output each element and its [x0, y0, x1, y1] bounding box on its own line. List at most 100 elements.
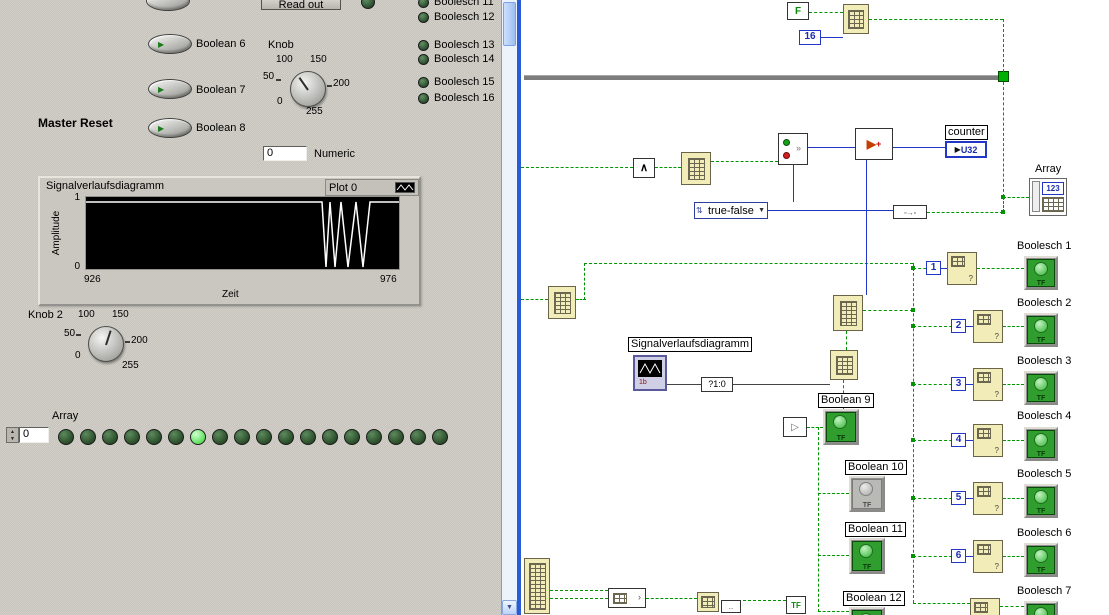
- chart-title: Signalverlaufsdiagramm: [46, 180, 164, 192]
- array-grid-icon: [613, 593, 627, 604]
- legend-text: Plot 0: [329, 182, 357, 194]
- spinner-down-icon[interactable]: ▼: [10, 436, 15, 442]
- array-constant-node[interactable]: [524, 558, 550, 614]
- boolean11-terminal[interactable]: TF: [849, 538, 885, 574]
- knob1[interactable]: [290, 71, 326, 107]
- array-index-spinner[interactable]: ▲ ▼: [6, 427, 19, 443]
- wire: [977, 268, 1024, 269]
- knob1-tick: 0: [277, 96, 283, 108]
- boolesch2-terminal[interactable]: TF: [1024, 313, 1058, 347]
- boolean12-terminal[interactable]: TF: [849, 607, 885, 615]
- boolesch7-terminal[interactable]: TF: [1024, 601, 1058, 615]
- knob2[interactable]: [88, 326, 124, 362]
- vertical-scrollbar[interactable]: [502, 0, 517, 615]
- tf-glyph: TF: [791, 601, 801, 610]
- enum-constant-true-false[interactable]: ⇅ true-false ▼: [694, 202, 768, 219]
- small-node[interactable]: ‥: [721, 600, 741, 613]
- numeric-input[interactable]: 0: [263, 146, 307, 161]
- index-constant[interactable]: 2: [951, 319, 966, 333]
- index-array-node[interactable]: ?: [973, 424, 1003, 457]
- tf-terminal-node[interactable]: TF: [786, 596, 806, 614]
- constant-value: 3: [956, 378, 962, 389]
- knob2-tick: 150: [112, 309, 129, 321]
- build-array-node[interactable]: [833, 295, 863, 331]
- array-index-input[interactable]: 0: [19, 427, 49, 443]
- boolesch4-terminal[interactable]: TF: [1024, 427, 1058, 461]
- increment-node[interactable]: ▶ +: [855, 128, 893, 160]
- index-array-node[interactable]: ?: [973, 310, 1003, 343]
- knob1-label: Knob: [268, 39, 294, 51]
- array-led: [410, 429, 426, 445]
- array-led: [80, 429, 96, 445]
- increment-node[interactable]: ▷: [783, 417, 807, 437]
- build-array-node[interactable]: [843, 4, 869, 34]
- boolean7-button[interactable]: ▶: [148, 79, 192, 99]
- boolesch5-terminal[interactable]: TF: [1024, 484, 1058, 518]
- arrow-icon: ▶: [158, 85, 164, 94]
- boolean12-label: Boolean 12: [843, 591, 905, 606]
- knob2-label: Knob 2: [28, 309, 63, 321]
- array-led: [432, 429, 448, 445]
- wire: [863, 310, 913, 311]
- build-array-node[interactable]: [548, 286, 576, 319]
- build-array-node[interactable]: [681, 152, 711, 185]
- read-out-button[interactable]: Read out: [261, 0, 341, 10]
- boolean-tunnel[interactable]: [998, 71, 1009, 82]
- wire: [966, 326, 973, 327]
- index-constant[interactable]: 6: [951, 549, 966, 563]
- index-array-node[interactable]: ?: [973, 368, 1003, 401]
- scrollbar-down-button[interactable]: ▼: [502, 600, 517, 615]
- index-array-node[interactable]: ?: [970, 598, 1000, 615]
- counter-u32-indicator[interactable]: ▶ U32: [945, 141, 987, 158]
- array-grid-icon: [701, 596, 715, 608]
- array-led: [322, 429, 338, 445]
- build-array-node[interactable]: [830, 350, 858, 380]
- array-subset-node[interactable]: ›: [608, 588, 646, 608]
- and-glyph: ∧: [640, 162, 648, 174]
- index-constant[interactable]: 5: [951, 491, 966, 505]
- knob2-tick: 255: [122, 360, 139, 372]
- wire-junction: [1001, 210, 1005, 214]
- wire-junction: [911, 266, 915, 270]
- numeric-constant-16[interactable]: 16: [799, 30, 821, 45]
- index-array-node[interactable]: [697, 592, 719, 612]
- boolean-false-node[interactable]: F: [787, 2, 809, 20]
- array-led: [344, 429, 360, 445]
- reshape-array-node[interactable]: ▫→▫: [893, 205, 927, 219]
- index-constant[interactable]: 1: [926, 261, 941, 275]
- boolesch1-terminal[interactable]: TF: [1024, 256, 1058, 290]
- wire: [550, 598, 608, 599]
- wire: [807, 427, 823, 428]
- index-constant[interactable]: 3: [951, 377, 966, 391]
- select-node[interactable]: »: [778, 133, 808, 165]
- boolean9-terminal[interactable]: TF: [823, 409, 859, 445]
- boolean6-button[interactable]: ▶: [148, 34, 192, 54]
- boolean8-button[interactable]: ▶: [148, 118, 192, 138]
- chart-legend[interactable]: Plot 0: [325, 179, 419, 196]
- boolesch3-terminal[interactable]: TF: [1024, 371, 1058, 405]
- select-ternary-node[interactable]: ?1:0: [701, 377, 733, 392]
- index-array-node[interactable]: ?: [947, 252, 977, 285]
- boolesch6-terminal[interactable]: TF: [1024, 543, 1058, 577]
- array-led: [168, 429, 184, 445]
- arrow-right-icon: ▶: [867, 137, 876, 151]
- boolean10-terminal[interactable]: TF: [849, 476, 885, 512]
- array-indicator-terminal[interactable]: 123: [1029, 178, 1067, 216]
- knob1-tick: 200: [333, 78, 350, 90]
- and-node[interactable]: ∧: [633, 158, 655, 178]
- index-array-node[interactable]: ?: [973, 540, 1003, 573]
- array-grid-icon: [977, 544, 991, 555]
- chart-terminal[interactable]: 1b: [633, 355, 667, 391]
- scrollbar-thumb[interactable]: [503, 2, 516, 46]
- tf-glyph: TF: [1026, 451, 1056, 459]
- wire-junction: [911, 554, 915, 558]
- boolesch7-label: Boolesch 7: [1017, 585, 1071, 598]
- constant-value: 16: [804, 31, 815, 42]
- wire: [1003, 82, 1004, 197]
- boolean6-label: Boolean 6: [196, 38, 246, 50]
- node-glyph: ‥: [729, 604, 734, 611]
- array-led-row: [58, 429, 448, 445]
- index-constant[interactable]: 4: [951, 433, 966, 447]
- spinner-up-icon[interactable]: ▲: [10, 429, 15, 435]
- index-array-node[interactable]: ?: [973, 482, 1003, 515]
